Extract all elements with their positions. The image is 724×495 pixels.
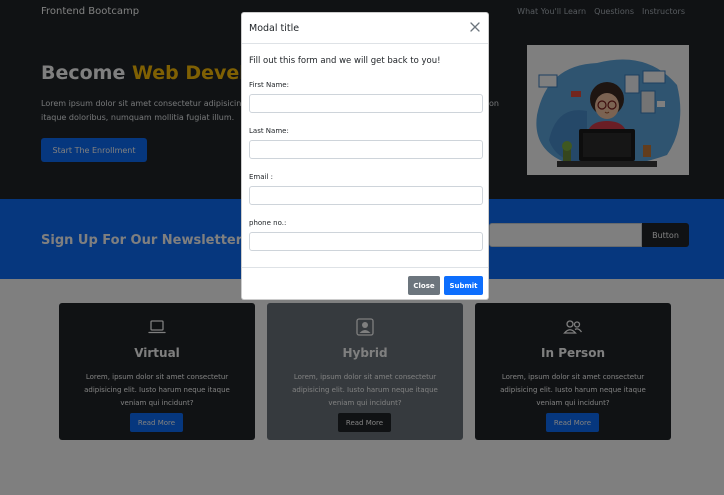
phone-field[interactable] <box>249 232 483 251</box>
modal-intro-text: Fill out this form and we will get back … <box>249 56 441 66</box>
last-name-field[interactable] <box>249 140 483 159</box>
close-button[interactable]: Close <box>408 276 440 295</box>
email-field[interactable] <box>249 186 483 205</box>
modal-header: Modal title <box>242 13 488 44</box>
first-name-label: First Name: <box>249 81 289 89</box>
modal-dialog: Modal title Fill out this form and we wi… <box>241 12 489 300</box>
phone-label: phone no.: <box>249 219 287 227</box>
email-label: Email : <box>249 173 274 181</box>
modal-footer: Close Submit <box>242 267 488 301</box>
submit-button[interactable]: Submit <box>444 276 483 295</box>
modal-close-button[interactable] <box>468 20 482 34</box>
last-name-label: Last Name: <box>249 127 289 135</box>
close-icon <box>468 22 482 37</box>
first-name-field[interactable] <box>249 94 483 113</box>
modal-title: Modal title <box>249 23 300 34</box>
